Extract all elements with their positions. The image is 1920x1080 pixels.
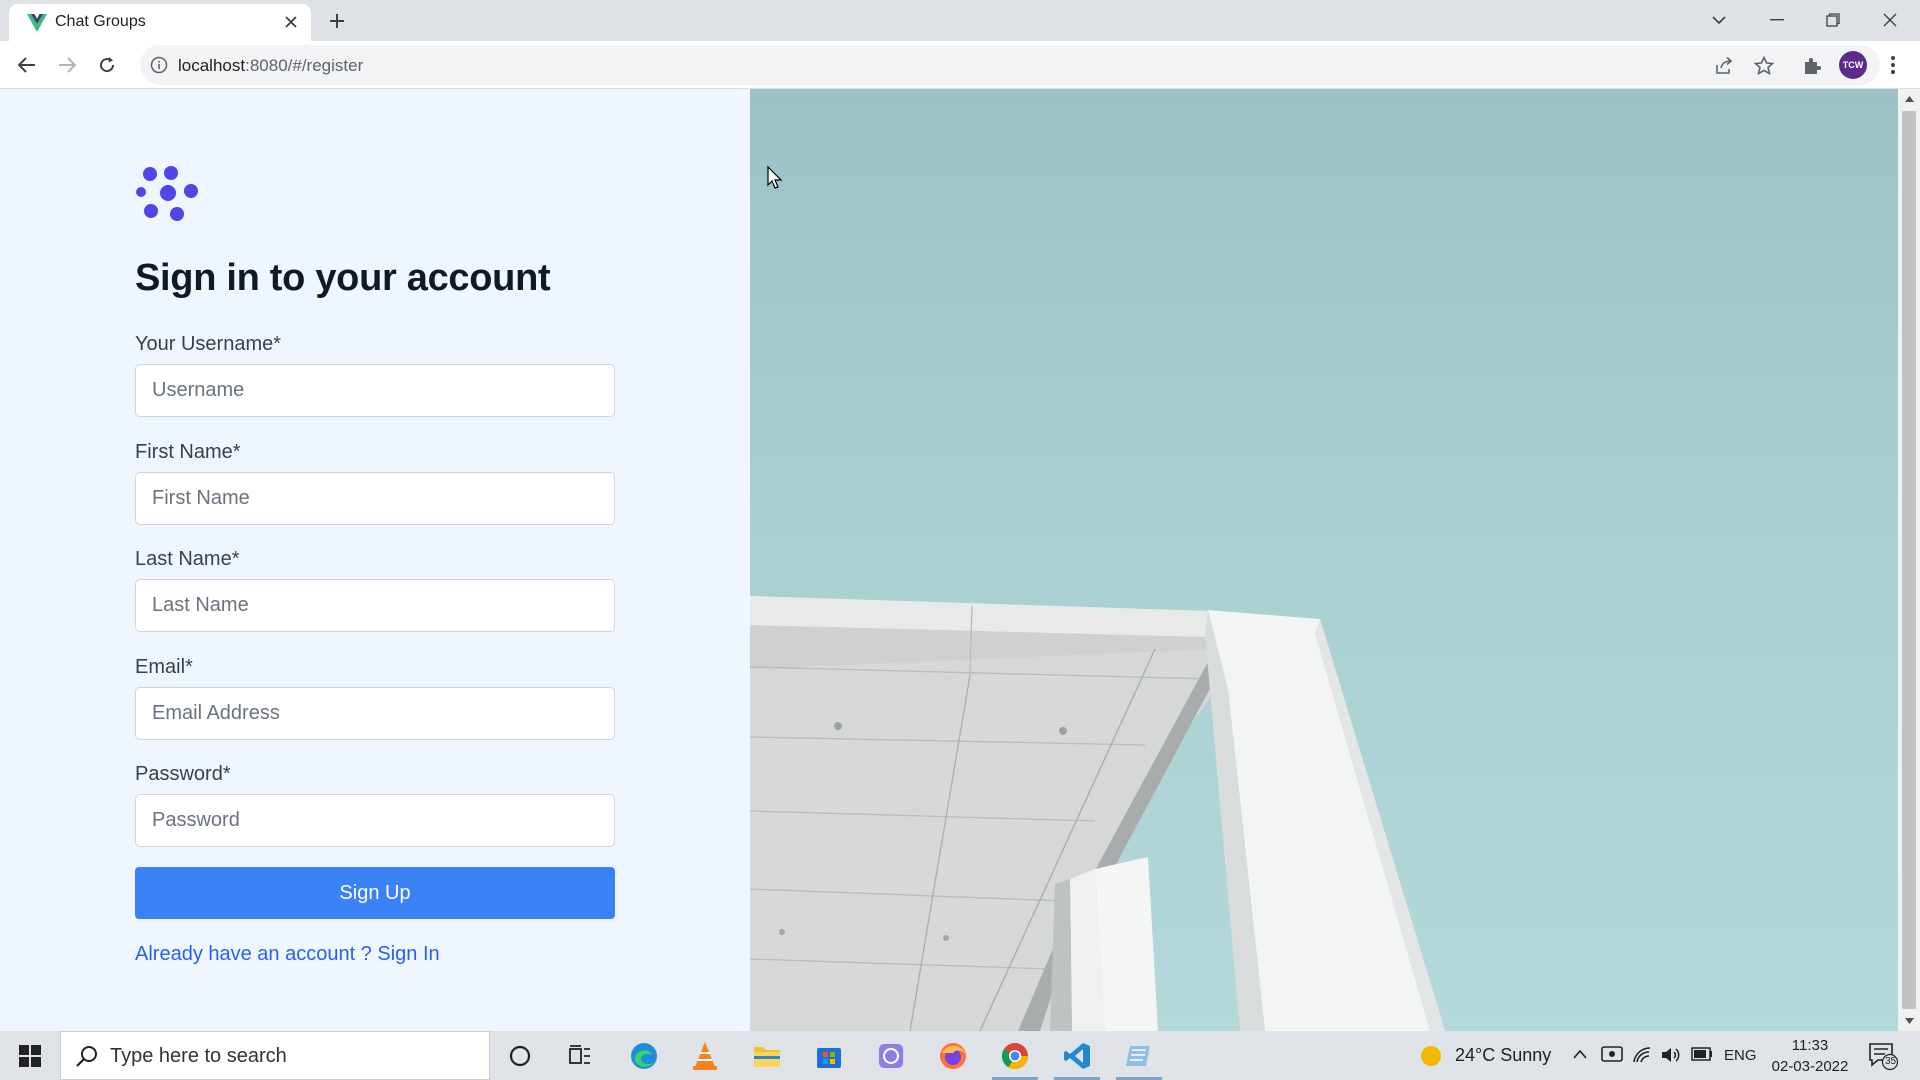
notification-center-icon[interactable]: 35 [1868,1041,1899,1071]
file-explorer-icon[interactable] [738,1031,796,1080]
search-icon [76,1046,97,1067]
taskbar-search[interactable]: Type here to search [60,1031,490,1080]
input-language[interactable]: ENG [1724,1047,1757,1064]
app-logo-icon [136,166,198,221]
notification-count-badge: 35 [1884,1056,1897,1067]
share-icon[interactable] [1712,54,1736,78]
back-icon[interactable] [12,50,42,80]
wifi-icon[interactable] [1632,1045,1652,1065]
notes-app-icon[interactable] [1110,1031,1168,1080]
chrome-icon[interactable] [986,1031,1044,1080]
clock-time: 11:33 [1791,1037,1829,1054]
email-input[interactable] [135,687,615,740]
cortana-icon[interactable] [491,1031,549,1080]
last-name-input[interactable] [135,579,615,632]
url-text[interactable]: localhost:8080/#/register [178,56,363,76]
scroll-down-arrow-icon[interactable] [1898,1011,1920,1031]
forward-icon[interactable] [52,50,82,80]
battery-icon[interactable] [1691,1047,1713,1061]
browser-tab-strip: Chat Groups [0,0,1920,41]
scroll-up-arrow-icon[interactable] [1898,89,1920,109]
first-name-label: First Name* [135,441,241,463]
email-label: Email* [135,656,193,678]
hero-image [750,89,1898,1031]
page-title: Sign in to your account [135,257,551,299]
taskbar-search-placeholder: Type here to search [110,1045,287,1067]
vue-logo-icon [27,14,47,32]
sign-in-link[interactable]: Already have an account ? Sign In [135,943,440,966]
minimize-icon[interactable] [1757,5,1797,35]
reload-icon[interactable] [92,50,122,80]
task-view-icon[interactable] [551,1031,609,1080]
vlc-icon[interactable] [676,1031,734,1080]
firefox-icon[interactable] [924,1031,982,1080]
browser-menu-icon[interactable] [1878,50,1908,80]
profile-avatar[interactable]: TCW [1838,50,1868,80]
building-illustration [750,165,1445,1031]
edge-browser-icon[interactable] [615,1031,673,1080]
show-hidden-icons-chevron-icon[interactable] [1572,1049,1588,1059]
register-form-panel: Sign in to your account Your Username* F… [0,89,750,1031]
sign-up-button[interactable]: Sign Up [135,867,615,919]
restore-icon[interactable] [1813,5,1853,35]
password-label: Password* [135,763,231,785]
page-scrollbar[interactable] [1898,89,1920,1031]
mouse-cursor-icon [767,165,783,189]
taskbar-clock[interactable]: 11:33 02-03-2022 [1765,1035,1855,1077]
close-window-icon[interactable] [1870,5,1910,35]
windows-start-icon[interactable] [0,1031,60,1080]
password-input[interactable] [135,794,615,847]
username-label: Your Username* [135,333,282,355]
last-name-label: Last Name* [135,548,240,570]
windows-taskbar: Type here to search 24°C Sunny ENG 11:33 [0,1031,1920,1080]
weather-text[interactable]: 24°C Sunny [1455,1045,1551,1066]
browser-tab[interactable]: Chat Groups [9,4,311,41]
tab-search-chevron-icon[interactable] [1699,5,1739,35]
site-info-icon[interactable] [150,56,168,74]
microsoft-store-icon[interactable] [800,1031,858,1080]
meet-now-icon[interactable] [1601,1045,1623,1065]
tab-title: Chat Groups [55,13,146,30]
address-bar[interactable]: localhost:8080/#/register [140,45,1880,85]
clock-date: 02-03-2022 [1771,1058,1849,1075]
vscode-icon[interactable] [1048,1031,1106,1080]
close-tab-icon[interactable] [281,12,301,32]
bookmark-star-icon[interactable] [1752,54,1776,78]
weather-sun-icon[interactable] [1420,1045,1442,1067]
scrollbar-thumb[interactable] [1902,111,1916,1009]
page-viewport: Sign in to your account Your Username* F… [0,89,1920,1031]
volume-icon[interactable] [1660,1045,1682,1065]
photo-app-icon[interactable] [862,1031,920,1080]
extensions-puzzle-icon[interactable] [1797,50,1827,80]
new-tab-icon[interactable] [325,9,349,33]
username-input[interactable] [135,364,615,417]
browser-toolbar: localhost:8080/#/register TCW [0,41,1920,89]
first-name-input[interactable] [135,472,615,525]
